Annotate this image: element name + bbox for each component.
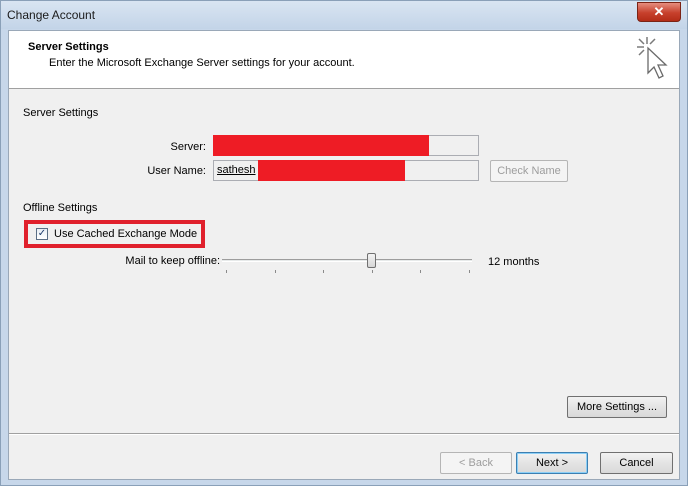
server-redaction xyxy=(213,135,429,156)
server-settings-section-label: Server Settings xyxy=(23,107,99,119)
cached-mode-label[interactable]: Use Cached Exchange Mode xyxy=(54,228,197,240)
cached-mode-highlight: ✓ Use Cached Exchange Mode xyxy=(24,220,205,248)
next-button[interactable]: Next > xyxy=(516,452,588,474)
close-icon: ✕ xyxy=(653,4,665,19)
check-name-button[interactable]: Check Name xyxy=(490,160,568,182)
mail-offline-slider-thumb[interactable] xyxy=(367,253,376,268)
cursor-sparkle-icon xyxy=(637,37,668,79)
username-redaction xyxy=(258,160,405,181)
slider-tick xyxy=(469,270,470,273)
close-button[interactable]: ✕ xyxy=(637,2,681,22)
mail-offline-slider-track[interactable] xyxy=(222,259,472,262)
username-label: User Name: xyxy=(147,165,206,177)
back-button[interactable]: < Back xyxy=(440,452,512,474)
change-account-dialog: Change Account ✕ Server Settings Enter t… xyxy=(0,0,688,486)
slider-tick xyxy=(275,270,276,273)
slider-tick xyxy=(226,270,227,273)
footer-divider xyxy=(9,433,679,435)
dialog-body: Server Settings Enter the Microsoft Exch… xyxy=(8,30,680,480)
slider-tick xyxy=(323,270,324,273)
header-subtitle: Enter the Microsoft Exchange Server sett… xyxy=(49,57,355,69)
wizard-header: Server Settings Enter the Microsoft Exch… xyxy=(9,31,679,89)
checkmark-icon: ✓ xyxy=(37,228,47,239)
slider-value-text: 12 months xyxy=(488,256,540,268)
server-label: Server: xyxy=(170,141,206,153)
slider-tick xyxy=(372,270,373,273)
cancel-button[interactable]: Cancel xyxy=(600,452,673,474)
username-value: sathesh xyxy=(217,164,256,176)
more-settings-button[interactable]: More Settings ... xyxy=(567,396,667,418)
cached-mode-checkbox[interactable]: ✓ xyxy=(36,228,48,240)
title-bar[interactable]: Change Account ✕ xyxy=(1,1,687,29)
mail-offline-label: Mail to keep offline: xyxy=(125,255,220,267)
slider-tick xyxy=(420,270,421,273)
window-title: Change Account xyxy=(7,8,96,22)
offline-settings-section-label: Offline Settings xyxy=(23,202,98,214)
header-title: Server Settings xyxy=(28,41,109,53)
